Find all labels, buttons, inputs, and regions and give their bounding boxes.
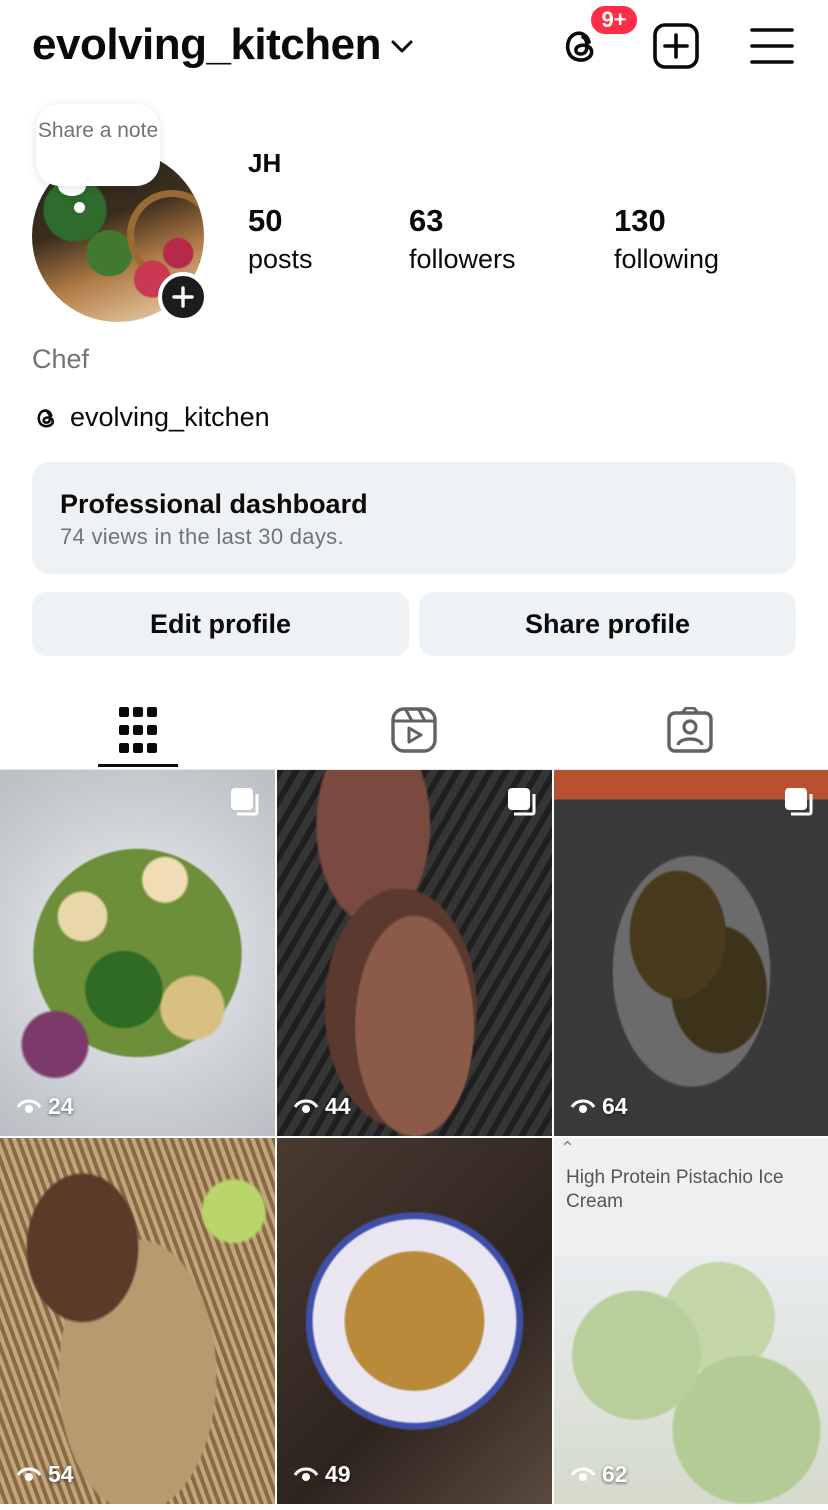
view-count-value: 54 — [48, 1461, 74, 1487]
professional-dashboard-card[interactable]: Professional dashboard 74 views in the l… — [32, 462, 796, 574]
view-count-value: 44 — [325, 1093, 351, 1119]
eye-icon — [570, 1099, 596, 1113]
tagged-icon — [667, 707, 713, 753]
eye-icon — [16, 1099, 42, 1113]
hamburger-menu-icon[interactable] — [748, 24, 796, 68]
carousel-icon — [231, 788, 259, 816]
tab-grid[interactable] — [0, 690, 276, 770]
stat-value: 63 — [409, 203, 444, 238]
notification-badge: 9+ — [588, 3, 640, 37]
share-profile-button[interactable]: Share profile — [419, 592, 796, 656]
view-count: 24 — [16, 1093, 74, 1120]
chevron-down-icon — [391, 40, 413, 53]
eye-icon — [570, 1467, 596, 1481]
active-tab-indicator — [98, 764, 178, 767]
eye-icon — [293, 1099, 319, 1113]
post-thumbnail[interactable]: 24 — [0, 770, 275, 1136]
bio-category: Chef — [32, 344, 90, 374]
stat-value: 50 — [248, 203, 283, 238]
post-thumbnail[interactable]: 54 — [0, 1138, 275, 1504]
carousel-icon — [508, 788, 536, 816]
view-count-value: 49 — [325, 1461, 351, 1487]
tab-tagged[interactable] — [552, 690, 828, 770]
account-switcher[interactable]: evolving_kitchen — [32, 18, 413, 72]
dashboard-title: Professional dashboard — [60, 489, 368, 519]
stat-label: following — [614, 244, 720, 274]
view-count: 49 — [293, 1461, 351, 1488]
avatar-basket-shape — [127, 190, 204, 280]
grid-icon — [119, 707, 157, 753]
view-count: 44 — [293, 1093, 351, 1120]
edit-profile-button[interactable]: Edit profile — [32, 592, 409, 656]
stat-followers[interactable]: 63 followers — [409, 204, 516, 276]
view-count-value: 64 — [602, 1093, 628, 1119]
username: evolving_kitchen — [32, 20, 382, 69]
eye-icon — [16, 1467, 42, 1481]
plus-icon — [172, 286, 194, 308]
note-bubble-tail-small — [74, 202, 85, 213]
view-count: 54 — [16, 1461, 74, 1488]
stat-posts[interactable]: 50 posts — [248, 204, 313, 276]
stat-label: posts — [248, 244, 313, 274]
post-thumbnail[interactable]: 44 — [277, 770, 552, 1136]
view-count-value: 62 — [602, 1461, 628, 1487]
tab-reels[interactable] — [276, 690, 552, 770]
article-header: ⌃ High Protein Pistachio Ice Cream — [554, 1138, 828, 1256]
carousel-icon — [785, 788, 813, 816]
profile-header: evolving_kitchen 9+ — [0, 0, 828, 92]
reels-icon — [391, 707, 437, 753]
dashboard-subtitle: 74 views in the last 30 days. — [60, 524, 344, 549]
stat-value: 130 — [614, 203, 666, 238]
threads-icon — [37, 408, 55, 427]
add-story-button[interactable] — [158, 272, 208, 322]
share-note-bubble[interactable]: Share a note — [36, 104, 160, 186]
post-thumbnail[interactable]: 64 — [554, 770, 828, 1136]
plus-square-icon[interactable] — [652, 22, 700, 70]
threads-profile-link[interactable]: evolving_kitchen — [32, 402, 270, 433]
profile-tabs — [0, 690, 828, 770]
chevron-up-icon: ⌃ — [560, 1138, 576, 1158]
post-thumbnail[interactable]: 49 — [277, 1138, 552, 1504]
post-thumbnail[interactable]: ⌃ High Protein Pistachio Ice Cream 62 — [554, 1138, 828, 1504]
display-name: JH — [248, 148, 282, 178]
threads-handle: evolving_kitchen — [70, 402, 270, 432]
stat-label: followers — [409, 244, 516, 274]
view-count: 62 — [570, 1461, 628, 1488]
stat-following[interactable]: 130 following — [614, 204, 719, 276]
eye-icon — [293, 1467, 319, 1481]
view-count-value: 24 — [48, 1093, 74, 1119]
view-count: 64 — [570, 1093, 628, 1120]
article-title: High Protein Pistachio Ice Cream — [566, 1167, 784, 1212]
note-prompt: Share a note — [37, 119, 159, 142]
